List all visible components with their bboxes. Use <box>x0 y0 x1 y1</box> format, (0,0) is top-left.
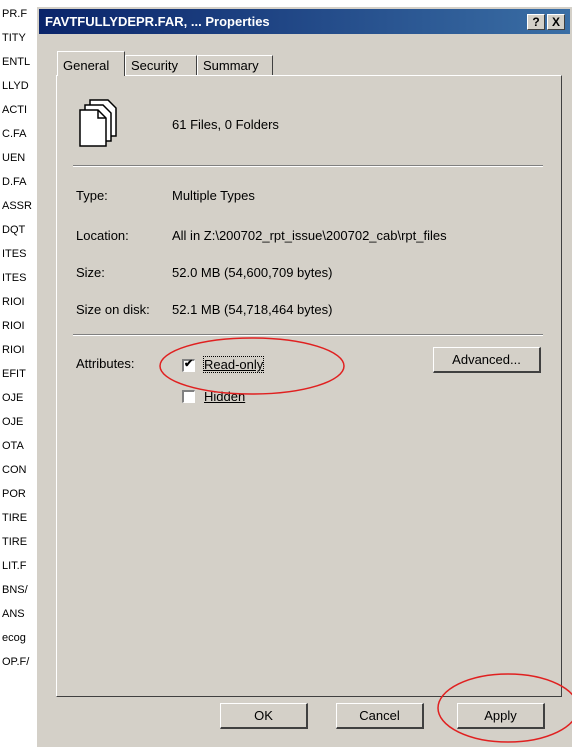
readonly-checkbox[interactable]: ✔ <box>182 358 195 372</box>
background-list-item[interactable]: OP.F/ <box>2 656 29 668</box>
background-list-item[interactable]: ITES <box>2 272 26 284</box>
background-list-item[interactable]: POR <box>2 488 26 500</box>
separator <box>73 334 543 336</box>
background-list-item[interactable]: ACTI <box>2 104 27 116</box>
size-value: 52.0 MB (54,600,709 bytes) <box>172 265 333 280</box>
background-list-item[interactable]: ecog <box>2 632 26 644</box>
location-value: All in Z:\200702_rpt_issue\200702_cab\rp… <box>172 228 447 243</box>
tab-summary[interactable]: Summary <box>197 55 273 75</box>
background-list-item[interactable]: ENTL <box>2 56 30 68</box>
tab-general[interactable]: General <box>57 51 125 76</box>
background-list-item[interactable]: ASSR <box>2 200 32 212</box>
help-button[interactable]: ? <box>527 14 545 30</box>
background-list-item[interactable]: LLYD <box>2 80 29 92</box>
type-value: Multiple Types <box>172 188 255 203</box>
cancel-button[interactable]: Cancel <box>336 703 424 729</box>
window-title: FAVTFULLYDEPR.FAR, ... Properties <box>45 14 270 29</box>
background-list-item[interactable]: DQT <box>2 224 25 236</box>
ok-button[interactable]: OK <box>220 703 308 729</box>
advanced-button[interactable]: Advanced... <box>433 347 541 373</box>
background-list-item[interactable]: ANS <box>2 608 25 620</box>
background-list-item[interactable]: TIRE <box>2 512 27 524</box>
background-list-item[interactable]: TIRE <box>2 536 27 548</box>
background-list-item[interactable]: EFIT <box>2 368 26 380</box>
size-on-disk-label: Size on disk: <box>76 302 150 317</box>
separator <box>73 165 543 167</box>
tab-security[interactable]: Security <box>125 55 197 75</box>
type-label: Type: <box>76 188 108 203</box>
background-list-item[interactable]: UEN <box>2 152 25 164</box>
background-list-item[interactable]: RIOI <box>2 344 25 356</box>
size-label: Size: <box>76 265 105 280</box>
background-list-item[interactable]: C.FA <box>2 128 26 140</box>
background-list-item[interactable]: LIT.F <box>2 560 26 572</box>
location-label: Location: <box>76 228 129 243</box>
background-list-item[interactable]: CON <box>2 464 26 476</box>
background-list-item[interactable]: BNS/ <box>2 584 28 596</box>
properties-dialog: FAVTFULLYDEPR.FAR, ... Properties ? X Ge… <box>36 6 572 747</box>
background-list-item[interactable]: RIOI <box>2 320 25 332</box>
apply-button[interactable]: Apply <box>457 703 545 729</box>
file-count: 61 Files, 0 Folders <box>172 117 279 132</box>
background-list-item[interactable]: TITY <box>2 32 26 44</box>
background-list-item[interactable]: OJE <box>2 392 23 404</box>
background-list-item[interactable]: OTA <box>2 440 24 452</box>
checkmark-icon: ✔ <box>184 358 194 370</box>
hidden-checkbox[interactable] <box>182 390 195 403</box>
background-list-item[interactable]: D.FA <box>2 176 26 188</box>
multiple-files-icon <box>79 99 117 147</box>
attributes-label: Attributes: <box>76 356 135 371</box>
background-list-item[interactable]: ITES <box>2 248 26 260</box>
background-list-item[interactable]: OJE <box>2 416 23 428</box>
background-file-list: PR.F TITY ENTL LLYD ACTI C.FA UEN D.FA ASSR DQT IT… <box>0 0 40 747</box>
title-bar[interactable]: FAVTFULLYDEPR.FAR, ... Properties ? X <box>39 9 570 34</box>
close-button[interactable]: X <box>547 14 565 30</box>
background-list-item[interactable]: RIOI <box>2 296 25 308</box>
background-list-item[interactable]: PR.F <box>2 8 27 20</box>
hidden-label[interactable]: Hidden <box>204 389 245 404</box>
readonly-label[interactable]: Read-only <box>202 356 265 373</box>
general-panel: 61 Files, 0 Folders Type: Multiple Types… <box>56 75 562 697</box>
size-on-disk-value: 52.1 MB (54,718,464 bytes) <box>172 302 333 317</box>
